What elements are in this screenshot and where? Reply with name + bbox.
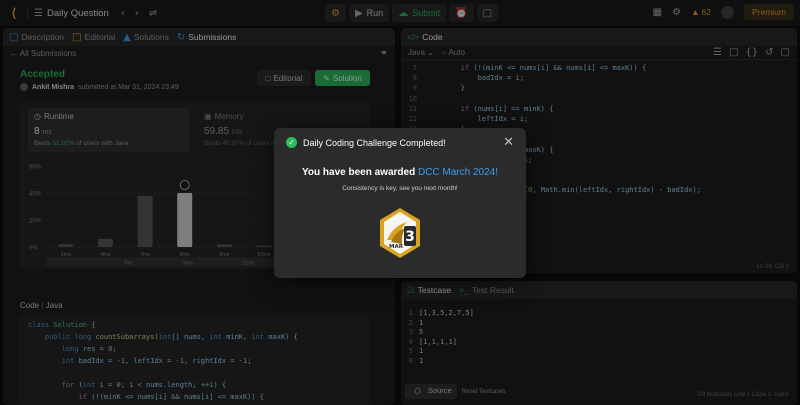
modal-subtitle: Consistency is key, see you next month! — [342, 185, 458, 192]
challenge-completed-modal: ✓ Daily Coding Challenge Completed! ✕ Yo… — [274, 128, 526, 278]
modal-title-highlight: DCC March 2024! — [417, 167, 498, 178]
check-circle-icon: ✓ — [286, 137, 297, 148]
dcc-march-badge: 3 MAR — [380, 208, 420, 258]
close-icon[interactable]: ✕ — [503, 134, 514, 150]
modal-title-prefix: You have been awarded — [302, 167, 416, 178]
badge-number: 3 — [405, 229, 415, 245]
modal-title: You have been awarded DCC March 2024! — [274, 167, 526, 178]
badge-month: MAR — [389, 244, 404, 250]
modal-header: ✓ Daily Coding Challenge Completed! — [286, 137, 446, 148]
modal-heading: Daily Coding Challenge Completed! — [303, 137, 446, 148]
